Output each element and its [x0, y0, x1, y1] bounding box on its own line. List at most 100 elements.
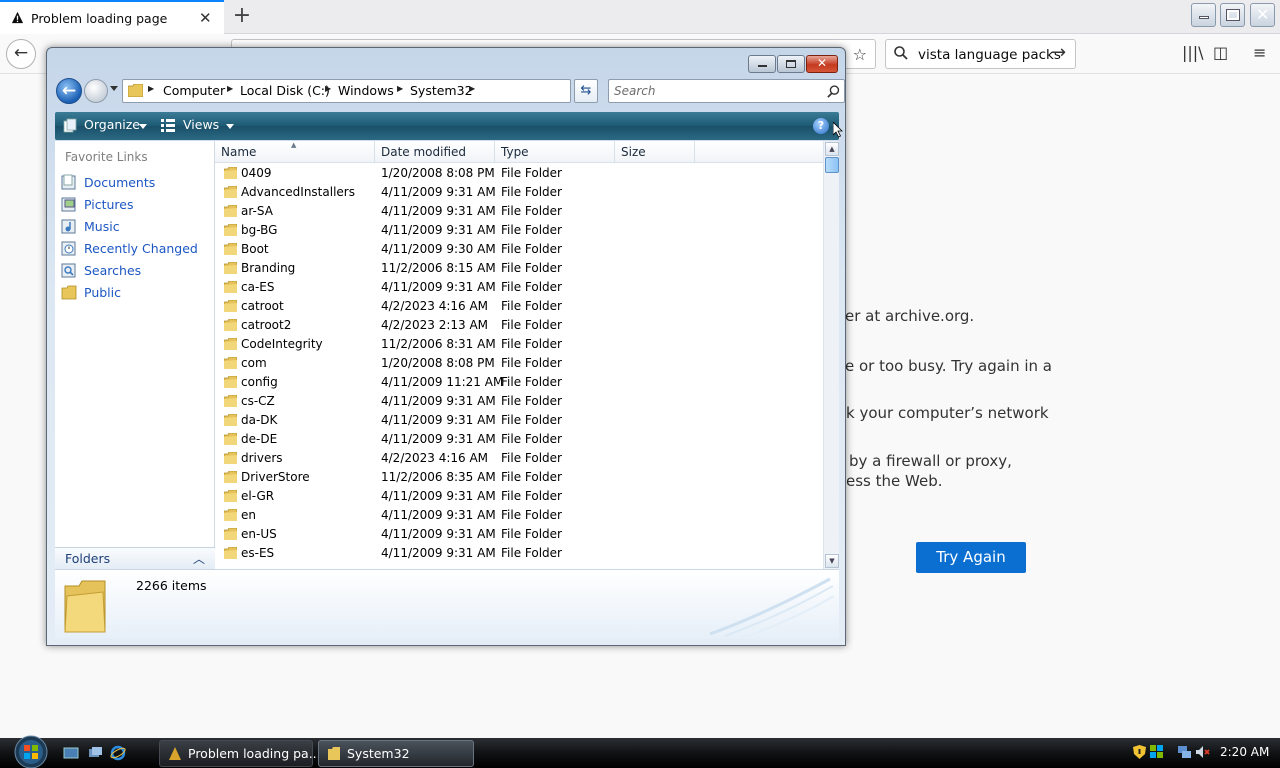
explorer-close-button[interactable]: ✕	[806, 55, 838, 73]
close-window-button[interactable]: ✕	[1250, 3, 1275, 27]
table-row[interactable]: Boot 4/11/2009 9:30 AM File Folder	[215, 240, 823, 259]
table-row[interactable]: AdvancedInstallers 4/11/2009 9:31 AM File …	[215, 183, 823, 202]
tab-problem-loading[interactable]: Problem loading page ✕	[0, 0, 224, 34]
breadcrumb-separator-icon[interactable]: ▶	[325, 84, 331, 93]
switch-windows-icon[interactable]	[87, 745, 103, 761]
column-header-type[interactable]: Type	[495, 141, 615, 163]
favorite-link-music[interactable]: Music	[61, 217, 211, 237]
back-button[interactable]: ←	[6, 39, 36, 69]
table-row[interactable]: cs-CZ 4/11/2009 9:31 AM File Folder	[215, 392, 823, 411]
folder-icon	[224, 186, 237, 198]
table-row[interactable]: es-ES 4/11/2009 9:31 AM File Folder	[215, 544, 823, 563]
sidebar-icon[interactable]: ◫	[1213, 43, 1228, 62]
windows-security-icon[interactable]	[1149, 744, 1164, 760]
refresh-button[interactable]: ⇆	[574, 79, 598, 103]
breadcrumb-separator-icon[interactable]: ▶	[469, 84, 475, 93]
table-row[interactable]: com 1/20/2008 8:08 PM File Folder	[215, 354, 823, 373]
table-row[interactable]: drivers 4/2/2023 4:16 AM File Folder	[215, 449, 823, 468]
folder-icon	[224, 376, 237, 388]
scroll-down-arrow-icon[interactable]: ▼	[825, 554, 839, 568]
organize-icon	[63, 118, 77, 133]
favorite-link-documents[interactable]: Documents	[61, 173, 211, 193]
new-tab-button[interactable]: +	[232, 3, 252, 28]
volume-muted-icon[interactable]	[1195, 744, 1210, 760]
breadcrumb-computer[interactable]: Computer	[163, 83, 225, 98]
breadcrumb-windows[interactable]: Windows	[338, 83, 394, 98]
favorite-link-public[interactable]: Public	[61, 283, 211, 303]
explorer-search-box[interactable]: Search	[608, 79, 845, 103]
explorer-back-button[interactable]: ←	[56, 78, 82, 104]
help-icon[interactable]: ?	[813, 118, 829, 134]
close-tab-icon[interactable]: ✕	[199, 9, 212, 27]
explorer-maximize-button[interactable]	[777, 55, 805, 73]
table-row[interactable]: de-DE 4/11/2009 9:31 AM File Folder	[215, 430, 823, 449]
table-row[interactable]: ca-ES 4/11/2009 9:31 AM File Folder	[215, 278, 823, 297]
bookmark-star-icon[interactable]: ☆	[853, 45, 867, 64]
favorite-link-recently-changed[interactable]: Recently Changed	[61, 239, 211, 259]
table-row[interactable]: el-GR 4/11/2009 9:31 AM File Folder	[215, 487, 823, 506]
chevron-down-icon[interactable]	[139, 124, 147, 129]
search-go-arrow-icon[interactable]: →	[1051, 42, 1066, 63]
chevron-down-icon[interactable]	[226, 124, 234, 129]
explorer-forward-button[interactable]	[84, 79, 108, 103]
explorer-minimize-button[interactable]	[748, 55, 776, 73]
table-row[interactable]: catroot 4/2/2023 4:16 AM File Folder	[215, 297, 823, 316]
menu-icon[interactable]: ≡	[1253, 43, 1266, 62]
table-row[interactable]: CodeIntegrity 11/2/2006 8:31 AM File Folde…	[215, 335, 823, 354]
network-icon[interactable]	[1177, 744, 1192, 760]
breadcrumb[interactable]: ▶ Computer ▶ Local Disk (C:) ▶ Windows ▶…	[122, 79, 633, 103]
recent-pages-dropdown[interactable]	[110, 86, 118, 91]
table-row[interactable]: en-US 4/11/2009 9:31 AM File Folder	[215, 525, 823, 544]
table-row[interactable]: en 4/11/2009 9:31 AM File Folder	[215, 506, 823, 525]
breadcrumb-separator-icon[interactable]: ▶	[397, 84, 403, 93]
cell-name: bg-BG	[241, 223, 278, 237]
column-header-size[interactable]: Size	[615, 141, 695, 163]
folder-icon	[224, 243, 237, 255]
internet-explorer-icon[interactable]	[110, 745, 126, 761]
minimize-button[interactable]	[1191, 3, 1216, 27]
table-row[interactable]: ar-SA 4/11/2009 9:31 AM File Folder	[215, 202, 823, 221]
show-desktop-icon[interactable]	[63, 745, 79, 761]
start-button[interactable]	[10, 735, 52, 768]
search-bar[interactable]: vista language packs →	[885, 39, 1076, 69]
organize-button[interactable]: Organize	[84, 117, 140, 132]
cell-name: AdvancedInstallers	[241, 185, 355, 199]
cell-type: File Folder	[501, 470, 562, 484]
scrollbar-thumb[interactable]	[825, 157, 839, 173]
cell-date: 1/20/2008 8:08 PM	[381, 166, 495, 180]
cell-type: File Folder	[501, 546, 562, 560]
cell-name: Boot	[241, 242, 269, 256]
breadcrumb-system32[interactable]: System32	[410, 83, 473, 98]
breadcrumb-local-disk[interactable]: Local Disk (C:)	[240, 83, 330, 98]
scroll-up-arrow-icon[interactable]: ▲	[825, 142, 839, 156]
vertical-scrollbar[interactable]: ▲ ▼	[823, 141, 839, 569]
taskbar-button-system32[interactable]: System32	[318, 740, 474, 767]
table-row[interactable]: da-DK 4/11/2009 9:31 AM File Folder	[215, 411, 823, 430]
breadcrumb-separator-icon[interactable]: ▶	[148, 84, 154, 93]
table-row[interactable]: bg-BG 4/11/2009 9:31 AM File Folder	[215, 221, 823, 240]
explorer-search-input[interactable]: Search	[614, 84, 656, 98]
cell-name: drivers	[241, 451, 283, 465]
security-shield-icon[interactable]	[1132, 744, 1147, 760]
views-button[interactable]: Views	[183, 117, 219, 132]
table-row[interactable]: DriverStore 11/2/2006 8:35 AM File Folder	[215, 468, 823, 487]
folders-toggle[interactable]: Folders ︿	[55, 547, 215, 569]
table-row[interactable]: Branding 11/2/2006 8:15 AM File Folder	[215, 259, 823, 278]
library-icon[interactable]: |||\	[1182, 43, 1204, 62]
breadcrumb-separator-icon[interactable]: ▶	[227, 84, 233, 93]
search-input[interactable]: vista language packs	[918, 47, 1061, 63]
taskbar-button-firefox[interactable]: Problem loading pa...	[159, 740, 321, 767]
column-header-date-modified[interactable]: Date modified	[375, 141, 495, 163]
table-row[interactable]: config 4/11/2009 11:21 AM File Folder	[215, 373, 823, 392]
table-row[interactable]: catroot2 4/2/2023 2:13 AM File Folder	[215, 316, 823, 335]
try-again-button[interactable]: Try Again	[916, 542, 1026, 573]
system-tray: 2:20 AM	[1125, 740, 1280, 768]
table-row[interactable]: 0409 1/20/2008 8:08 PM File Folder	[215, 164, 823, 183]
favorite-link-pictures[interactable]: Pictures	[61, 195, 211, 215]
restore-button[interactable]	[1220, 3, 1245, 27]
favorite-link-searches[interactable]: Searches	[61, 261, 211, 281]
favorite-links-header: Favorite Links	[65, 150, 148, 164]
cell-name: catroot2	[241, 318, 292, 332]
search-icon[interactable]	[826, 84, 841, 99]
decorative-swoosh	[709, 577, 835, 638]
